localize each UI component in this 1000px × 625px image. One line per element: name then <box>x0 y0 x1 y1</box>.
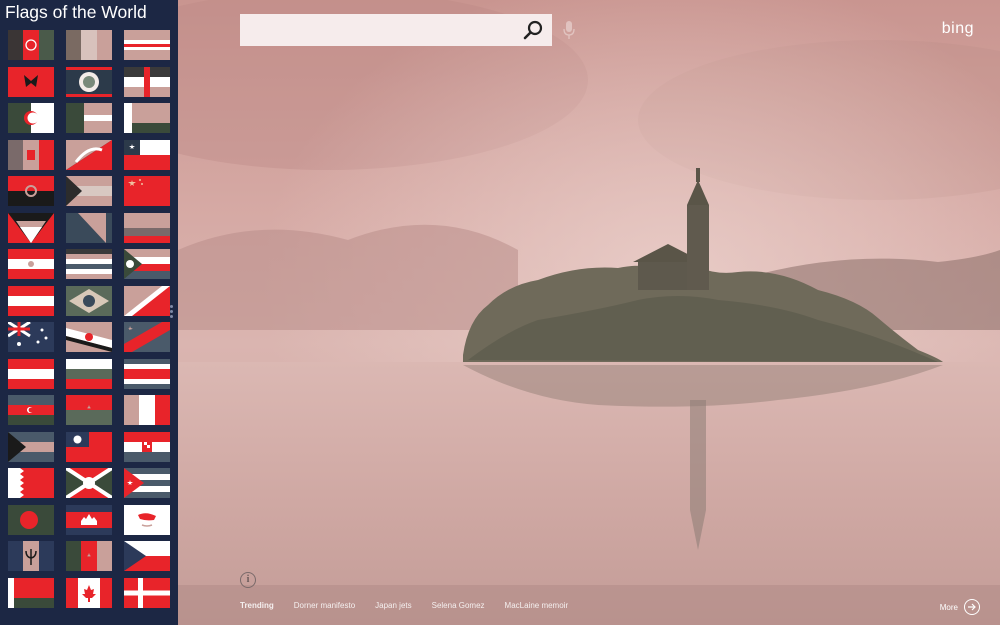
flag-denmark[interactable] <box>124 577 170 608</box>
flag-row <box>8 431 170 469</box>
flag-unknown-tricolor[interactable] <box>124 66 170 97</box>
more-button[interactable]: More <box>940 599 980 615</box>
search-box <box>240 14 552 46</box>
flag-row <box>8 322 170 359</box>
image-info-button[interactable]: i <box>240 572 256 588</box>
flag-afghanistan[interactable] <box>8 30 54 60</box>
flag-colombia-like[interactable] <box>124 212 170 243</box>
flag-unknown-latvia[interactable] <box>66 103 112 133</box>
bing-logo: bing <box>941 20 974 37</box>
arrow-right-icon <box>964 599 980 615</box>
flags-app-sidebar: Flags of the World <box>0 0 178 625</box>
flag-unknown-stripes[interactable] <box>66 30 112 60</box>
flag-taiwan[interactable] <box>66 431 112 462</box>
trending-item-selena-gomez[interactable]: Selena Gomez <box>432 601 485 615</box>
flag-cameroon[interactable] <box>66 541 112 571</box>
search-button[interactable] <box>522 19 544 41</box>
flag-croatia[interactable] <box>124 431 170 462</box>
flag-dr-congo[interactable] <box>124 322 170 352</box>
flag-azerbaijan[interactable] <box>8 395 54 425</box>
flag-row <box>8 212 170 250</box>
trending-label: Trending <box>240 601 274 610</box>
flag-brazil[interactable] <box>66 285 112 316</box>
flag-row <box>8 577 170 615</box>
flag-row <box>8 176 170 213</box>
flag-burundi[interactable] <box>66 468 112 498</box>
flag-costa-rica[interactable] <box>124 358 170 389</box>
flag-bahamas-like[interactable] <box>66 176 112 206</box>
flag-bahamas[interactable] <box>8 431 54 462</box>
flag-algeria[interactable] <box>8 103 54 133</box>
flag-row <box>8 30 170 67</box>
flag-angola[interactable] <box>8 176 54 206</box>
trending-bar: Trending Dorner manifesto Japan jets Sel… <box>240 601 588 615</box>
flag-row <box>8 285 170 323</box>
flag-australia[interactable] <box>8 322 54 352</box>
flag-antigua-and-barbuda[interactable] <box>8 212 54 243</box>
flag-comoros[interactable] <box>124 249 170 279</box>
app-title: Flags of the World <box>5 2 147 22</box>
trending-item-dorner-manifesto[interactable]: Dorner manifesto <box>294 601 355 615</box>
bing-homepage: bing i Trending Dorner manifesto Japan j… <box>178 0 1000 625</box>
microphone-icon <box>563 21 575 39</box>
flag-cyprus[interactable] <box>124 504 170 535</box>
flag-row <box>8 468 170 505</box>
flag-austria[interactable] <box>8 285 54 316</box>
flag-belarus-like[interactable] <box>124 103 170 133</box>
flag-brunei[interactable] <box>66 322 112 352</box>
trending-item-japan-jets[interactable]: Japan jets <box>375 601 411 615</box>
flag-belize[interactable] <box>66 66 112 97</box>
flag-bolivia-like[interactable] <box>66 249 112 279</box>
flag-albania[interactable] <box>8 66 54 97</box>
flag-cape-verde[interactable] <box>124 30 170 60</box>
flag-armenia-like[interactable] <box>8 249 54 279</box>
flag-row <box>8 504 170 542</box>
search-icon <box>523 20 543 40</box>
flag-grid <box>8 30 170 615</box>
flag-cote-divoire[interactable] <box>124 395 170 425</box>
snap-divider-grip[interactable] <box>170 305 174 319</box>
flag-row <box>8 395 170 432</box>
flag-chile[interactable] <box>124 139 170 170</box>
flag-bulgaria[interactable] <box>66 358 112 389</box>
flag-row <box>8 139 170 177</box>
flag-congo[interactable] <box>124 285 170 316</box>
voice-search-button[interactable] <box>562 20 576 42</box>
flag-bangladesh[interactable] <box>8 504 54 535</box>
flag-bhutan[interactable] <box>66 139 112 170</box>
background-lake-image <box>178 0 1000 625</box>
flag-row <box>8 358 170 396</box>
more-label: More <box>939 602 958 612</box>
flag-row <box>8 541 170 578</box>
flag-cuba[interactable] <box>124 468 170 498</box>
flag-belarus[interactable] <box>8 577 54 608</box>
flag-austria-2[interactable] <box>8 358 54 389</box>
flag-bahrain[interactable] <box>8 468 54 498</box>
flag-canada[interactable] <box>66 577 112 608</box>
flag-burkina-faso[interactable] <box>66 395 112 425</box>
search-input[interactable] <box>240 14 530 46</box>
flag-row <box>8 103 170 140</box>
info-icon: i <box>246 574 250 585</box>
trending-item-maclaine-memoir[interactable]: MacLaine memoir <box>505 601 569 615</box>
flag-barbados[interactable] <box>8 541 54 571</box>
flag-row <box>8 66 170 104</box>
flag-row <box>8 249 170 286</box>
flag-bosnia-and-herzegovina[interactable] <box>66 212 112 243</box>
flag-czech-republic[interactable] <box>124 541 170 571</box>
flag-andorra[interactable] <box>8 139 54 170</box>
flag-china[interactable] <box>124 176 170 206</box>
flag-cambodia[interactable] <box>66 504 112 535</box>
